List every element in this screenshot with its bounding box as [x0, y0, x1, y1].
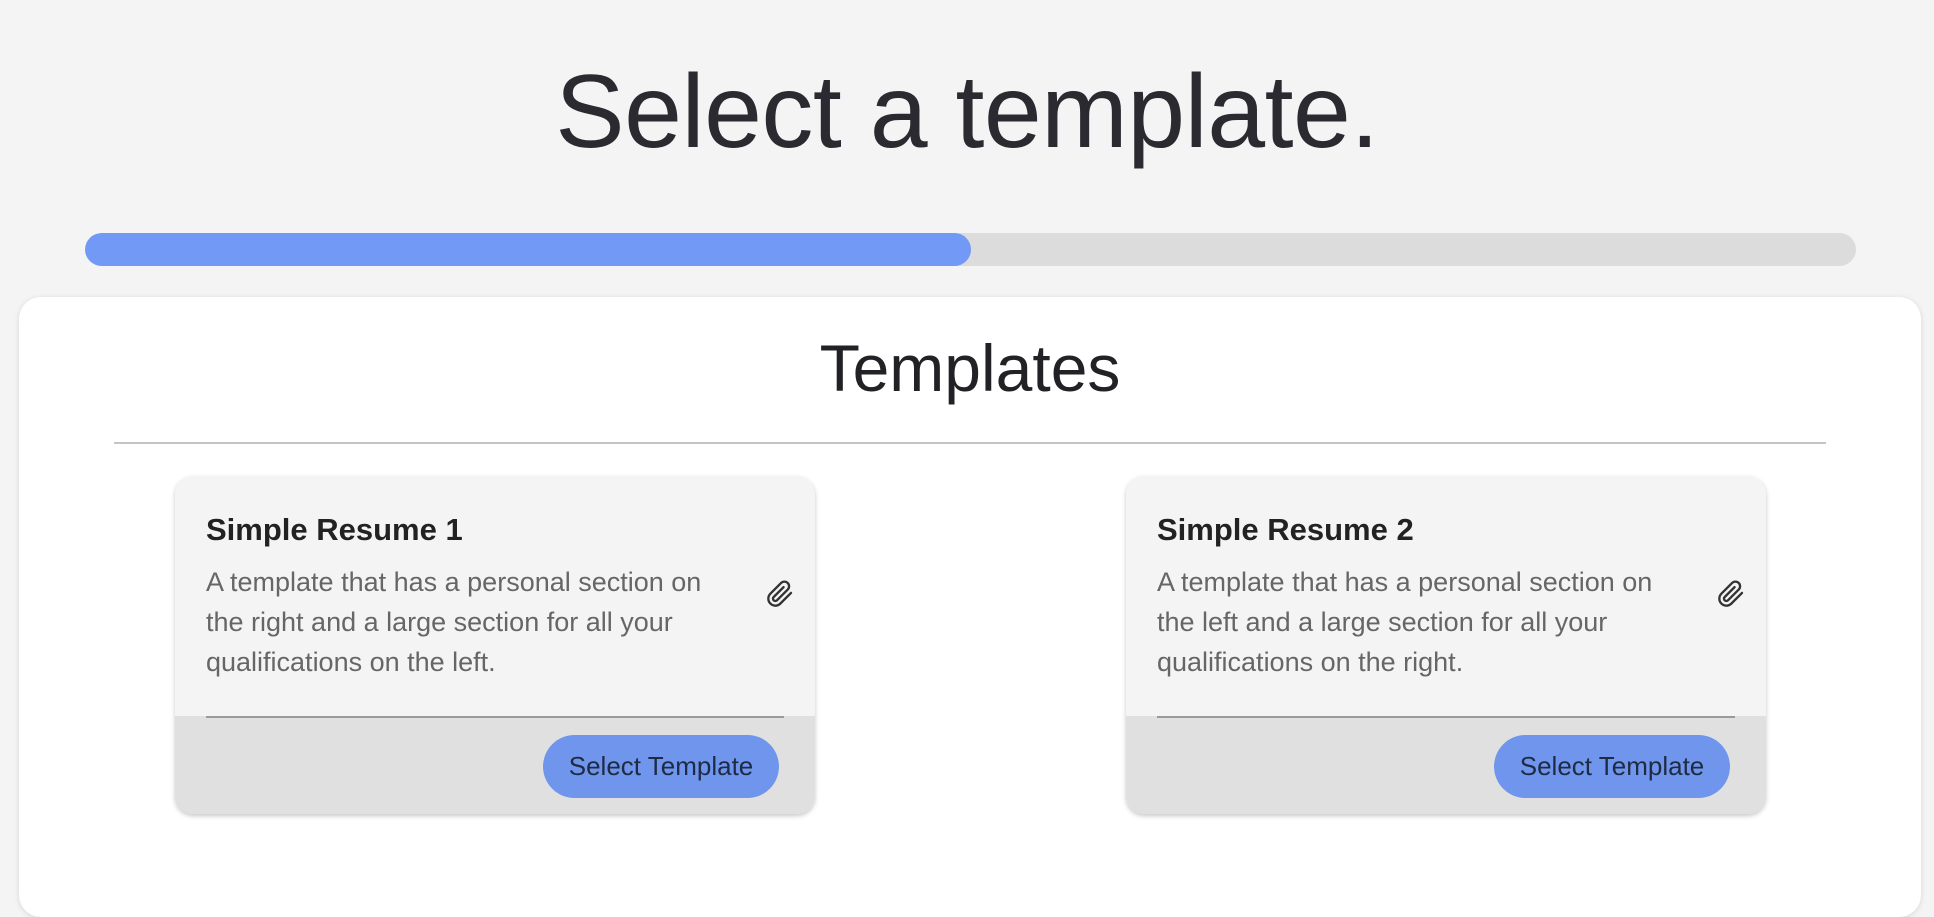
divider: [1157, 716, 1735, 718]
template-card-actions: Select Template: [1126, 716, 1766, 814]
select-template-button[interactable]: Select Template: [1494, 735, 1730, 798]
template-card-simple-resume-1: Simple Resume 1 A template that has a pe…: [175, 476, 815, 814]
templates-heading: Templates: [819, 331, 1121, 405]
divider: [114, 442, 1826, 444]
template-card-actions: Select Template: [175, 716, 815, 814]
paperclip-icon[interactable]: [1717, 579, 1745, 609]
select-template-button[interactable]: Select Template: [543, 735, 779, 798]
progress-bar: [85, 233, 1856, 266]
page-title: Select a template.: [555, 54, 1379, 170]
templates-panel: Templates Simple Resume 1 A template tha…: [19, 297, 1921, 917]
divider: [206, 716, 784, 718]
progress-bar-fill: [85, 233, 971, 266]
template-card-simple-resume-2: Simple Resume 2 A template that has a pe…: [1126, 476, 1766, 814]
template-card-title: Simple Resume 2: [1157, 512, 1414, 547]
template-card-description: A template that has a personal section o…: [1157, 567, 1653, 677]
template-card-title: Simple Resume 1: [206, 512, 463, 547]
paperclip-icon[interactable]: [766, 579, 794, 609]
template-card-description: A template that has a personal section o…: [206, 567, 702, 677]
